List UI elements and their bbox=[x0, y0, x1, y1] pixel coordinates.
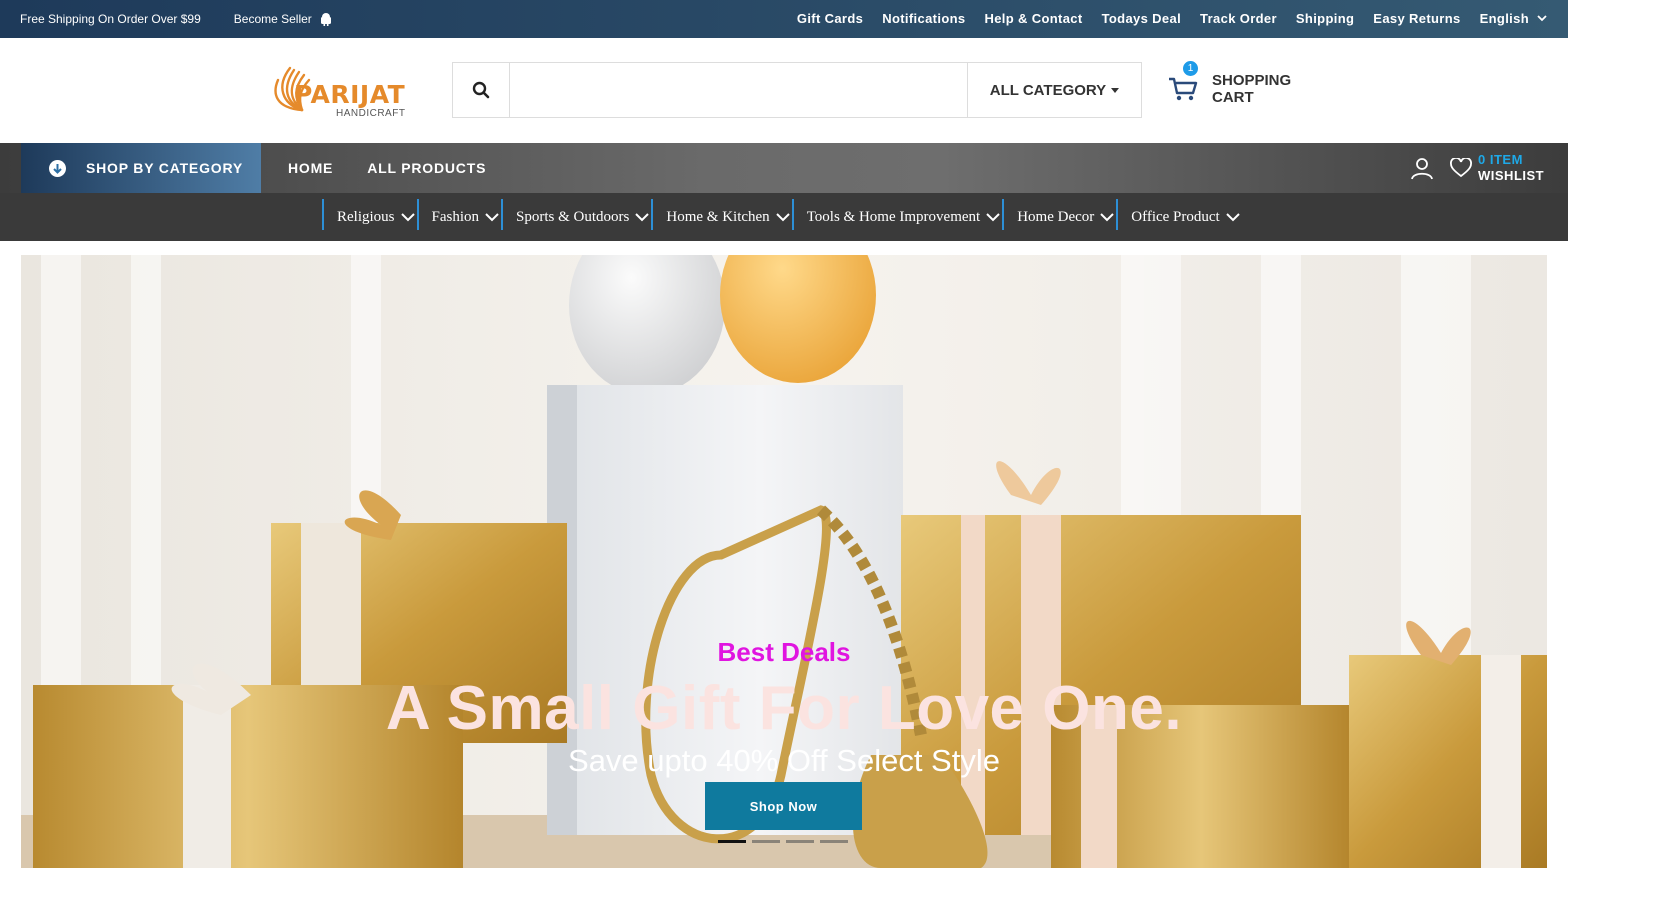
category-label: Home & Kitchen bbox=[666, 208, 770, 225]
chevron-down-icon bbox=[400, 212, 415, 221]
category-select[interactable]: ALL CATEGORY bbox=[967, 63, 1141, 117]
category-select-label: ALL CATEGORY bbox=[989, 81, 1107, 99]
chevron-down-icon bbox=[635, 212, 650, 221]
logo[interactable]: PARIJAT HANDICRAFT bbox=[272, 64, 412, 120]
free-shipping-text: Free Shipping On Order Over $99 bbox=[20, 12, 201, 26]
shopping-cart[interactable]: 1 SHOPPING CART bbox=[1168, 61, 1328, 114]
nav-all-products[interactable]: ALL PRODUCTS bbox=[367, 160, 486, 176]
main-nav: SHOP BY CATEGORY HOME ALL PRODUCTS 0 ITE… bbox=[0, 143, 1568, 193]
chevron-down-icon bbox=[485, 212, 499, 221]
wishlist-count: 0 ITEM bbox=[1478, 152, 1523, 167]
hero-tagline: Best Deals bbox=[717, 637, 851, 667]
hero-banner[interactable]: Best Deals A Small Gift For Love One. Sa… bbox=[21, 255, 1547, 868]
chevron-down-icon bbox=[986, 212, 1000, 221]
slider-dot[interactable] bbox=[820, 840, 848, 843]
search-bar: ALL CATEGORY bbox=[452, 62, 1142, 118]
heart-icon bbox=[1450, 158, 1472, 178]
category-arrow-icon bbox=[49, 159, 66, 177]
nav-home[interactable]: HOME bbox=[288, 160, 333, 176]
become-seller-link[interactable]: Become Seller bbox=[234, 12, 332, 26]
category-fashion[interactable]: Fashion bbox=[416, 193, 502, 241]
easy-returns-link[interactable]: Easy Returns bbox=[1373, 11, 1460, 26]
site-header: PARIJAT HANDICRAFT ALL CATEGORY 1 SHOPPI… bbox=[0, 38, 1568, 143]
category-label: Home Decor bbox=[1017, 208, 1095, 225]
wishlist-label: WISHLIST bbox=[1478, 168, 1545, 183]
shop-now-button[interactable]: Shop Now bbox=[705, 782, 862, 830]
shipping-link[interactable]: Shipping bbox=[1296, 11, 1354, 26]
gift-cards-link[interactable]: Gift Cards bbox=[797, 11, 863, 26]
language-selector[interactable]: English bbox=[1480, 11, 1547, 26]
category-label: Religious bbox=[337, 208, 395, 225]
logo-text: PARIJAT bbox=[294, 80, 406, 109]
category-label: Office Product bbox=[1131, 208, 1220, 225]
caret-down-icon bbox=[1111, 87, 1120, 93]
hero-subtitle: Save upto 40% Off Select Style bbox=[568, 743, 1000, 778]
todays-deal-link[interactable]: Todays Deal bbox=[1102, 11, 1181, 26]
search-button[interactable] bbox=[453, 63, 510, 117]
slider-dots bbox=[718, 840, 848, 843]
search-input[interactable] bbox=[510, 63, 967, 117]
shop-by-category-button[interactable]: SHOP BY CATEGORY bbox=[21, 143, 261, 193]
category-label: Tools & Home Improvement bbox=[806, 208, 981, 225]
hero-title: A Small Gift For Love One. bbox=[385, 674, 1183, 743]
cart-icon bbox=[1169, 77, 1198, 101]
category-bar: Religious Fashion Sports & Outdoors Home… bbox=[0, 193, 1568, 241]
logo-subtext: HANDICRAFT bbox=[336, 108, 406, 119]
slider-dot[interactable] bbox=[786, 840, 814, 843]
category-sports-outdoors[interactable]: Sports & Outdoors bbox=[501, 193, 651, 241]
slider-dot[interactable] bbox=[718, 840, 746, 843]
category-label: Sports & Outdoors bbox=[516, 208, 630, 225]
category-home-decor[interactable]: Home Decor bbox=[1002, 193, 1116, 241]
search-icon bbox=[472, 81, 490, 99]
top-bar: Free Shipping On Order Over $99 Become S… bbox=[0, 0, 1568, 38]
cart-label: SHOPPING CART bbox=[1212, 72, 1292, 106]
shop-by-category-label: SHOP BY CATEGORY bbox=[86, 160, 243, 176]
cart-count-badge: 1 bbox=[1183, 61, 1198, 76]
chevron-down-icon bbox=[1537, 15, 1547, 22]
chevron-down-icon bbox=[775, 212, 790, 221]
category-religious[interactable]: Religious bbox=[322, 193, 417, 241]
category-label: Fashion bbox=[431, 208, 480, 225]
chevron-down-icon bbox=[1100, 212, 1114, 221]
android-icon bbox=[320, 12, 331, 26]
user-account-icon[interactable] bbox=[1410, 156, 1434, 180]
track-order-link[interactable]: Track Order bbox=[1200, 11, 1277, 26]
help-contact-link[interactable]: Help & Contact bbox=[984, 11, 1082, 26]
language-label: English bbox=[1479, 11, 1529, 26]
become-seller-label: Become Seller bbox=[233, 12, 312, 26]
category-office-product[interactable]: Office Product bbox=[1116, 193, 1241, 241]
category-tools-home-improvement[interactable]: Tools & Home Improvement bbox=[791, 193, 1003, 241]
category-home-kitchen[interactable]: Home & Kitchen bbox=[651, 193, 791, 241]
notifications-link[interactable]: Notifications bbox=[882, 11, 965, 26]
chevron-down-icon bbox=[1226, 212, 1240, 221]
slider-dot[interactable] bbox=[752, 840, 780, 843]
wishlist-link[interactable]: 0 ITEM WISHLIST bbox=[1450, 152, 1544, 184]
